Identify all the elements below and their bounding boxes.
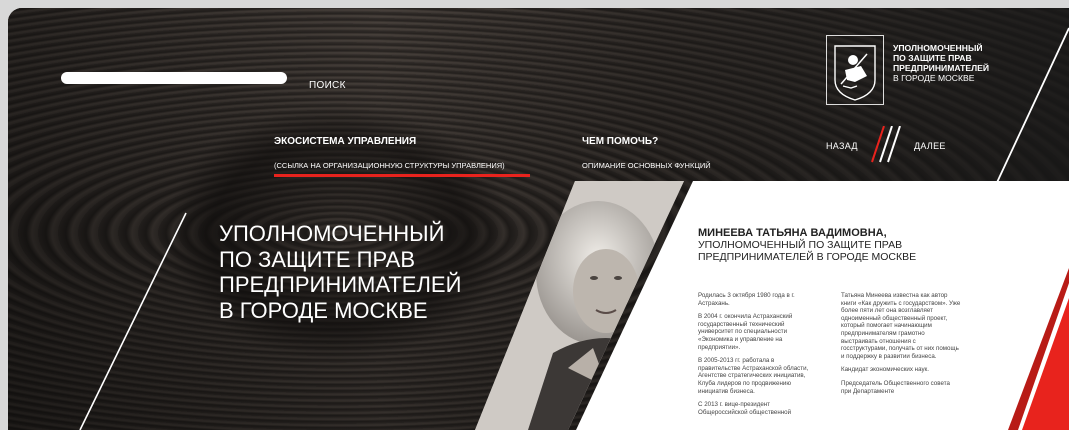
bio-paragraph: Родилась 3 октября 1980 года в г. Астрах… — [698, 292, 795, 307]
logo-line: УПОЛНОМОЧЕННЫЙ — [893, 43, 983, 53]
menu-item-ecosystem[interactable]: ЭКОСИСТЕМА УПРАВЛЕНИЯ (ССЫЛКА НА ОРГАНИЗ… — [274, 136, 505, 170]
bio-column-left: Родилась 3 октября 1980 года в г. Астрах… — [698, 292, 818, 422]
logo-line: ПО ЗАЩИТЕ ПРАВ — [893, 53, 972, 63]
bio-paragraph: Председатель Общественного совета при Де… — [841, 379, 950, 395]
bio-paragraph: С 2013 г. вице-президент Общероссийской … — [698, 401, 792, 416]
hero-title-line: ПРЕДПРИНИМАТЕЛЕЙ — [219, 272, 462, 297]
logo-line: В ГОРОДЕ МОСКВЕ — [893, 73, 975, 83]
search-label[interactable]: ПОИСК — [309, 80, 346, 91]
profile-position-line: УПОЛНОМОЧЕННЫЙ ПО ЗАЩИТЕ ПРАВ — [698, 239, 903, 251]
menu-item-ecosystem-title[interactable]: ЭКОСИСТЕМА УПРАВЛЕНИЯ — [274, 136, 505, 147]
page-frame: ПОИСК ЭКОСИСТЕМА УПРАВЛЕНИЯ (ССЫЛКА НА О… — [8, 8, 1069, 430]
search-input[interactable] — [61, 72, 287, 84]
bio-paragraph: Кандидат экономических наук. — [841, 366, 929, 374]
profile-card: МИНЕЕВА ТАТЬЯНА ВАДИМОВНА, УПОЛНОМОЧЕННЫ… — [698, 227, 998, 416]
profile-position-line: ПРЕДПРИНИМАТЕЛЕЙ В ГОРОДЕ МОСКВЕ — [698, 251, 917, 263]
hero-title-line: ПО ЗАЩИТЕ ПРАВ — [219, 246, 416, 272]
bio-paragraph: Татьяна Минеева известна как автор книги… — [841, 292, 961, 360]
next-button[interactable]: ДАЛЕЕ — [914, 141, 946, 151]
logo-text[interactable]: УПОЛНОМОЧЕННЫЙ ПО ЗАЩИТЕ ПРАВ ПРЕДПРИНИМ… — [893, 43, 989, 83]
active-menu-underline — [274, 174, 530, 177]
bio-paragraph: В 2005-2013 гг. работала в правительстве… — [698, 357, 809, 395]
menu-item-help-subtitle[interactable]: ОПИМАНИЕ ОСНОВНЫХ ФУНКЦИЙ — [582, 161, 711, 170]
menu-item-help[interactable]: ЧЕМ ПОМОЧЬ? ОПИМАНИЕ ОСНОВНЫХ ФУНКЦИЙ — [582, 136, 711, 170]
hero-title-line: В ГОРОДЕ МОСКВЕ — [219, 297, 428, 323]
bio-paragraph: В 2004 г. окончила Астраханский государс… — [698, 313, 793, 351]
slashes-icon — [871, 126, 901, 163]
profile-name: МИНЕЕВА ТАТЬЯНА ВАДИМОВНА, — [698, 227, 887, 239]
menu-item-ecosystem-subtitle[interactable]: (ССЫЛКА НА ОРГАНИЗАЦИОННУЮ СТРУКТУРЫ УПР… — [274, 161, 505, 170]
hero-title: УПОЛНОМОЧЕННЫЙ ПО ЗАЩИТЕ ПРАВ ПРЕДПРИНИМ… — [219, 221, 519, 323]
back-button[interactable]: НАЗАД — [826, 141, 858, 151]
menu-item-help-title[interactable]: ЧЕМ ПОМОЧЬ? — [582, 136, 711, 147]
logo-line: ПРЕДПРИНИМАТЕЛЕЙ — [893, 63, 990, 73]
bio-column-right: Татьяна Минеева известна как автор книги… — [841, 292, 961, 401]
moscow-coat-of-arms-icon[interactable] — [826, 35, 884, 105]
hero-title-line: УПОЛНОМОЧЕННЫЙ — [219, 221, 445, 246]
